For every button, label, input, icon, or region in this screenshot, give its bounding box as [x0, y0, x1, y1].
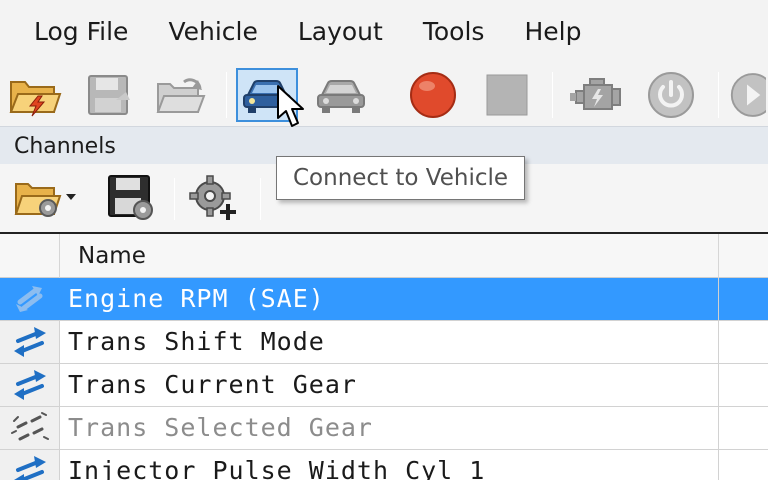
- channel-icon-cell: [0, 450, 60, 480]
- channel-arrows-icon: [13, 327, 46, 357]
- connect-vehicle-tooltip: Connect to Vehicle: [276, 156, 526, 200]
- stop-button[interactable]: [476, 68, 538, 122]
- open-channels-folder-icon: [14, 183, 62, 217]
- channel-arrows-icon: [15, 286, 42, 312]
- channel-name: Trans Current Gear: [68, 370, 357, 399]
- open-channels-button[interactable]: [6, 170, 86, 224]
- save-log-icon: [88, 75, 130, 115]
- channel-name: Injector Pulse Width Cyl 1: [68, 456, 486, 480]
- reload-log-icon: [156, 78, 206, 113]
- grid-header: Name: [0, 234, 768, 278]
- channel-icon-cell: [0, 407, 60, 449]
- channel-row[interactable]: Trans Selected Gear: [0, 407, 768, 450]
- channels-toolbar-separator: [260, 178, 261, 220]
- column-header-name[interactable]: Name: [78, 234, 146, 278]
- grid-corner: [0, 234, 60, 278]
- channel-arrows-icon: [13, 370, 46, 400]
- row-divider: [718, 364, 719, 406]
- toolbar-separator: [552, 72, 553, 118]
- row-divider: [718, 407, 719, 449]
- save-channels-icon: [108, 175, 153, 220]
- row-divider: [718, 278, 719, 320]
- menu-bar: Log File Vehicle Layout Tools Help: [0, 0, 768, 64]
- channel-row[interactable]: Trans Shift Mode: [0, 321, 768, 364]
- play-button[interactable]: [726, 68, 768, 122]
- channel-broken-link-icon: [10, 412, 49, 441]
- save-log-button[interactable]: [78, 68, 140, 122]
- toolbar-separator: [718, 72, 719, 118]
- menu-help[interactable]: Help: [504, 0, 601, 64]
- engine-button[interactable]: [566, 68, 628, 122]
- open-log-folder-icon: [9, 81, 62, 117]
- row-divider: [718, 321, 719, 363]
- channel-icon-cell: [0, 364, 60, 406]
- reload-log-button[interactable]: [150, 68, 212, 122]
- chevron-down-icon: [66, 194, 76, 200]
- column-divider: [718, 234, 719, 278]
- record-icon: [410, 72, 456, 118]
- add-channel-button[interactable]: [184, 170, 246, 224]
- channels-toolbar-separator: [174, 178, 175, 220]
- disconnect-vehicle-button[interactable]: [310, 68, 372, 122]
- power-icon: [648, 72, 694, 118]
- disconnect-vehicle-icon: [317, 80, 365, 113]
- channel-arrows-icon: [13, 456, 46, 480]
- channel-name: Trans Selected Gear: [68, 413, 373, 442]
- channel-icon-cell: [0, 321, 60, 363]
- mouse-cursor-icon: [277, 85, 304, 127]
- channels-grid: Name Engine RPM (SAE) Trans Shift Mode T…: [0, 232, 768, 480]
- menu-vehicle[interactable]: Vehicle: [148, 0, 277, 64]
- play-icon: [730, 73, 766, 117]
- channel-row[interactable]: Trans Current Gear: [0, 364, 768, 407]
- record-button[interactable]: [402, 68, 464, 122]
- channel-icon-cell: [0, 278, 60, 320]
- main-toolbar: [0, 64, 768, 126]
- menu-log-file[interactable]: Log File: [14, 0, 148, 64]
- channel-name: Engine RPM (SAE): [68, 284, 325, 313]
- open-log-button[interactable]: [4, 68, 66, 122]
- row-divider: [718, 450, 719, 480]
- toolbar-separator: [226, 72, 227, 118]
- stop-icon: [486, 74, 528, 116]
- menu-layout[interactable]: Layout: [278, 0, 403, 64]
- channel-row[interactable]: Engine RPM (SAE): [0, 278, 768, 321]
- menu-tools[interactable]: Tools: [403, 0, 505, 64]
- add-channel-gear-icon: [189, 175, 236, 220]
- channel-name: Trans Shift Mode: [68, 327, 325, 356]
- save-channels-button[interactable]: [100, 170, 162, 224]
- channel-row[interactable]: Injector Pulse Width Cyl 1: [0, 450, 768, 480]
- power-button[interactable]: [640, 68, 702, 122]
- engine-icon: [570, 78, 621, 110]
